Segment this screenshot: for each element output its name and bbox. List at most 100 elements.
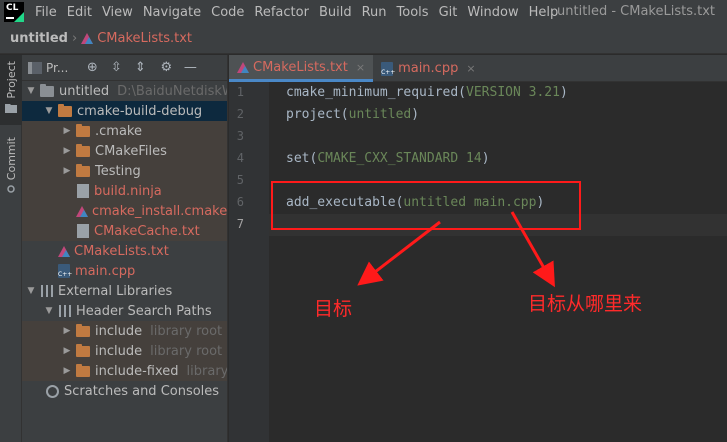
library-icon — [59, 305, 71, 317]
tree-item-path: D:\BaiduNetdiskWo — [117, 83, 227, 99]
tab-label: CMakeLists.txt — [253, 59, 348, 75]
tree-item-include-2[interactable]: ▶ include library root — [22, 341, 227, 361]
tree-item-label: Header Search Paths — [76, 303, 212, 319]
folder-icon — [76, 163, 90, 177]
chevron-down-icon: ▼ — [45, 106, 53, 116]
expand-all-icon[interactable]: ⇳ — [108, 60, 124, 76]
menu-run[interactable]: Run — [357, 5, 392, 20]
tree-item-label: cmake-build-debug — [77, 103, 203, 119]
tree-item-label: cmake_install.cmake — [92, 203, 228, 219]
tree-item-label: include — [95, 343, 143, 359]
code-line-1[interactable]: cmake_minimum_required(VERSION 3.21) — [286, 82, 568, 104]
locate-file-icon[interactable]: ⊕ — [84, 60, 100, 76]
menu-tools[interactable]: Tools — [392, 5, 434, 20]
tree-item-build-ninja[interactable]: build.ninja — [22, 181, 227, 201]
code-editor[interactable]: cmake_minimum_required(VERSION 3.21) pro… — [269, 82, 727, 442]
tree-item-scratches[interactable]: Scratches and Consoles — [22, 381, 227, 401]
code-line-2[interactable]: project(untitled) — [286, 104, 419, 126]
tree-item-untitled[interactable]: ▼ untitled D:\BaiduNetdiskWo — [22, 81, 227, 101]
tool-tab-commit-label: Commit — [4, 137, 18, 181]
settings-file-icon — [77, 224, 89, 238]
tree-item-label: Testing — [95, 163, 141, 179]
tree-item-label: include-fixed — [95, 363, 179, 379]
gear-icon[interactable]: ⚙ — [158, 60, 174, 76]
tool-tab-commit[interactable]: Commit — [0, 131, 22, 211]
chevron-right-icon: ▶ — [63, 166, 71, 176]
menu-refactor[interactable]: Refactor — [249, 5, 314, 20]
folder-icon — [58, 103, 72, 117]
close-icon[interactable]: × — [466, 62, 475, 75]
chevron-down-icon: ▼ — [45, 306, 53, 316]
project-panel-toolbar: Pr... ⊕ ⇳ ⇕ ⚙ — — [22, 55, 227, 81]
tree-item-label: CMakeCache.txt — [94, 223, 200, 239]
cmake-file-icon — [237, 61, 249, 73]
tree-item-dot-cmake[interactable]: ▶ .cmake — [22, 121, 227, 141]
tree-item-cmakefiles[interactable]: ▶ CMakeFiles — [22, 141, 227, 161]
folder-icon — [76, 143, 90, 157]
library-icon — [41, 285, 53, 297]
menu-window[interactable]: Window — [462, 5, 523, 20]
breadcrumb-separator-icon: › — [71, 31, 78, 46]
menu-edit[interactable]: Edit — [62, 5, 97, 20]
folder-icon — [76, 323, 90, 337]
breadcrumb-file[interactable]: CMakeLists.txt — [97, 31, 192, 46]
chevron-down-icon: ▼ — [27, 86, 35, 96]
cpp-file-icon: C++ — [58, 264, 72, 278]
menu-code[interactable]: Code — [206, 5, 249, 20]
tree-item-cmake-build-debug[interactable]: ▼ cmake-build-debug — [22, 101, 227, 121]
tab-main-cpp[interactable]: C++ main.cpp × — [373, 55, 483, 82]
tool-tab-project[interactable]: Project — [0, 55, 22, 125]
clion-logo-icon: CL — [4, 2, 24, 22]
tree-item-label: include — [95, 323, 143, 339]
scratches-icon — [46, 384, 59, 398]
collapse-all-icon[interactable]: ⇕ — [132, 60, 148, 76]
tab-cmakelists[interactable]: CMakeLists.txt × — [229, 55, 374, 82]
tree-item-include-fixed[interactable]: ▶ include-fixed library r — [22, 361, 228, 381]
line-number: 1 — [236, 85, 244, 99]
cpp-file-icon: C++ — [381, 61, 395, 76]
annotation-highlight-box — [271, 181, 581, 230]
tree-item-testing[interactable]: ▶ Testing — [22, 161, 227, 181]
tree-item-cmake-install[interactable]: cmake_install.cmake — [22, 201, 228, 221]
cmake-file-icon — [81, 33, 94, 44]
project-panel-title[interactable]: Pr... — [46, 61, 68, 75]
annotation-label-target: 目标 — [314, 298, 353, 320]
tree-item-cmakecache[interactable]: CMakeCache.txt — [22, 221, 227, 241]
window-title: untitled - CMakeLists.txt — [557, 4, 715, 19]
hide-panel-icon[interactable]: — — [182, 60, 198, 76]
menu-build[interactable]: Build — [314, 5, 357, 20]
navigation-bar: untitled › CMakeLists.txt — [0, 24, 727, 54]
folder-icon — [76, 343, 90, 357]
tree-item-main-cpp[interactable]: C++ main.cpp — [22, 261, 227, 281]
tree-item-label: untitled — [59, 83, 110, 99]
tree-item-label: CMakeFiles — [95, 143, 167, 159]
tree-item-hint: library r — [186, 363, 228, 379]
tab-label: main.cpp — [398, 61, 459, 76]
chevron-right-icon: ▶ — [63, 146, 71, 156]
chevron-right-icon: ▶ — [63, 346, 71, 356]
tree-item-label: build.ninja — [94, 183, 162, 199]
chevron-down-icon: ▼ — [27, 286, 35, 296]
cmake-file-icon — [58, 245, 70, 257]
tree-item-include-1[interactable]: ▶ include library root — [22, 321, 227, 341]
line-number: 4 — [236, 151, 244, 165]
chevron-right-icon: ▶ — [63, 126, 71, 136]
line-number: 3 — [236, 129, 244, 143]
annotation-label-source: 目标从哪里来 — [528, 293, 643, 315]
menu-navigate[interactable]: Navigate — [138, 5, 206, 20]
chevron-right-icon: ▶ — [63, 326, 71, 336]
line-number: 6 — [236, 195, 244, 209]
tree-item-external-libraries[interactable]: ▼ External Libraries — [22, 281, 227, 301]
folder-icon — [76, 363, 90, 377]
menu-file[interactable]: File — [30, 5, 62, 20]
breadcrumb-project[interactable]: untitled — [10, 31, 68, 46]
tree-item-header-search-paths[interactable]: ▼ Header Search Paths — [22, 301, 227, 321]
tree-item-hint: library root — [150, 343, 223, 359]
project-tool-window: Pr... ⊕ ⇳ ⇕ ⚙ — ▼ untitled D:\BaiduNetdi… — [22, 55, 228, 442]
menu-git[interactable]: Git — [434, 5, 463, 20]
project-view-icon — [28, 61, 42, 74]
close-icon[interactable]: × — [356, 61, 365, 74]
tree-item-cmakelists[interactable]: CMakeLists.txt — [22, 241, 227, 261]
menu-view[interactable]: View — [97, 5, 138, 20]
code-line-4[interactable]: set(CMAKE_CXX_STANDARD 14) — [286, 148, 490, 170]
